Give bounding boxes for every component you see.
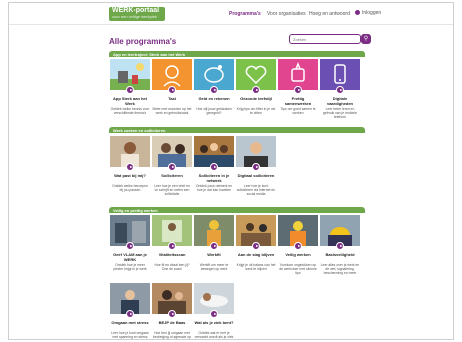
card-title: Taal [168, 96, 176, 101]
section-header-werk-zoeken: Werk zoeken en solliciteren [109, 127, 365, 133]
card-title: Basisveiligheid [325, 252, 355, 257]
program-card-bejp[interactable]: BEJP de Baas Hoe ben jij omgaan met bedr… [152, 283, 192, 339]
card-description: Voorkom ongelukken op de werkvloer met s… [279, 263, 317, 275]
nav-programmas[interactable]: Programma's [229, 11, 261, 17]
card-description: Leer hoe je kunt omgaan met spanning en … [111, 331, 149, 339]
card-title: BEJP de Baas [158, 320, 186, 325]
program-card-veilig-werken[interactable]: Veilig werken Voorkom ongelukken op de w… [278, 215, 318, 281]
search-button[interactable]: ⚲ [361, 34, 371, 44]
play-icon [252, 86, 260, 94]
program-card-digitaal[interactable]: Digitale vaardigheden Leer beter leren e… [320, 59, 360, 125]
section-header-app: App en leertraject: Sterk aan het Werk [109, 51, 365, 57]
card-title: Vitaliteitsscan [158, 252, 186, 257]
card-title: Solliciteren in je netwerk [198, 173, 230, 183]
play-icon [210, 242, 218, 250]
program-card-netwerk[interactable]: Solliciteren in je netwerk Ontdek jouw n… [194, 136, 234, 202]
card-description: Krijg tips om fitter in je vel te zitten [236, 107, 276, 115]
card-description: Ontdek jouw netwerk en hoe je dat kan in… [195, 184, 233, 192]
play-icon [210, 163, 218, 171]
card-description: Leer beter leren en gebruik van je mobie… [323, 107, 357, 119]
card-title: Wat als je ziek bent? [194, 320, 234, 325]
play-icon [126, 163, 134, 171]
play-icon [336, 86, 344, 94]
card-description: Werkfit om meer te bewegen op werk [199, 263, 229, 271]
card-title: Wat past bij mij? [114, 173, 146, 178]
play-icon [336, 242, 344, 250]
program-card-vitaliteitsscan[interactable]: Vitaliteitsscan Hoe fit en vitaal ben ji… [152, 215, 192, 281]
user-icon [355, 10, 360, 16]
card-title: Geef VLAM aan je WERK [113, 252, 147, 262]
play-icon [126, 242, 134, 250]
card-description: Hoe zijt jouw geldzaken geregeld? [196, 107, 232, 115]
card-description: Ontdek hoe je meer plezier krijgt in je … [113, 263, 147, 271]
card-description: Beter met woorden op het werk en gebruik… [152, 107, 192, 115]
program-card-werkfit[interactable]: Werkfit Werkfit om meer te bewegen op we… [194, 215, 234, 281]
card-title: Prettig samenwerken [284, 96, 312, 106]
card-description: Ontdek welke kennis voor verschillende t… [110, 107, 150, 115]
page-title: Alle programma's [109, 37, 177, 46]
play-icon [252, 242, 260, 250]
play-icon [294, 86, 302, 94]
play-icon [126, 86, 134, 94]
card-description: Leer alles over je werk en de wet, signa… [320, 263, 360, 275]
card-title: Gezonde leefstijl [240, 96, 272, 101]
nav-voor-organisaties[interactable]: Voor organisaties [267, 11, 306, 17]
program-card-vlam[interactable]: Geef VLAM aan je WERK Ontdek hoe je meer… [110, 215, 150, 281]
site-logo[interactable]: WERK-portaal voor een veilige werkplek [109, 7, 165, 21]
card-description: Hoe fit en vitaal ben jij? Doe de scan! [154, 263, 190, 271]
card-description: Tips om goed samen te werken [280, 107, 316, 115]
card-title: Aan de slag blijven [237, 252, 275, 257]
card-title: Werkfit [207, 252, 221, 257]
card-description: Hoe ben jij omgaan met bedreiging of agr… [152, 331, 192, 339]
play-icon [210, 310, 218, 318]
card-title: App Sterk aan het Werk [112, 96, 147, 106]
browser-page: WERK-portaal voor een veilige werkplek P… [8, 2, 454, 340]
login-label: Inloggen [362, 10, 382, 16]
search-input[interactable]: Zoeken [289, 34, 361, 44]
nav-vraag-en-antwoord[interactable]: Hoeg en antwoord [309, 11, 350, 17]
card-description: Leer hoe je een brief en cv schrijft en … [154, 184, 190, 196]
logo-title: WERK-portaal [112, 7, 160, 14]
program-card-leefstijl[interactable]: Gezonde leefstijl Krijg tips om fitter i… [236, 59, 276, 125]
play-icon [210, 86, 218, 94]
logo-subtitle: voor een veilige werkplek [112, 14, 157, 19]
card-title: Veilig werken [285, 252, 311, 257]
program-card-ziek[interactable]: Wat als je ziek bent? Ontdek wat er met … [194, 283, 234, 339]
card-description: Krijgt je uit balans van het werk te bli… [236, 263, 276, 271]
card-description: Leer hoe je kunt solliciteren via intern… [236, 184, 276, 196]
card-title: Digitale vaardigheden [326, 96, 353, 106]
program-card-stress[interactable]: Omgaan met stress Leer hoe je kunt omgaa… [110, 283, 150, 339]
play-icon [252, 163, 260, 171]
play-icon [168, 310, 176, 318]
card-title: Digitaal solliciteren [237, 173, 275, 178]
play-icon [294, 242, 302, 250]
program-card-samenwerken[interactable]: Prettig samenwerken Tips om goed samen t… [278, 59, 318, 125]
program-card-geld[interactable]: Geld en rekenen Hoe zijt jouw geldzaken … [194, 59, 234, 125]
program-card-basisveiligheid[interactable]: Basisveiligheid Leer alles over je werk … [320, 215, 360, 281]
play-icon [126, 310, 134, 318]
program-card-wat-past[interactable]: Wat past bij mij? Ontdek welke beroepen … [110, 136, 150, 202]
program-card-digitaal-solliciteren[interactable]: Digitaal solliciteren Leer hoe je kunt s… [236, 136, 276, 202]
play-icon [168, 86, 176, 94]
section-header-veilig-werken: Veilig en prettig werken [109, 207, 365, 213]
program-card-aan-de-slag[interactable]: Aan de slag blijven Krijgt je uit balans… [236, 215, 276, 281]
program-card-solliciteren[interactable]: Solliciteren Leer hoe je een brief en cv… [152, 136, 192, 202]
program-card-app[interactable]: App Sterk aan het Werk Ontdek welke kenn… [110, 59, 150, 125]
site-header: WERK-portaal voor een veilige werkplek P… [9, 3, 453, 25]
login-link[interactable]: Inloggen [355, 10, 381, 16]
card-title: Geld en rekenen [198, 96, 230, 101]
play-icon [168, 163, 176, 171]
play-icon [168, 242, 176, 250]
card-description: Ontdek wat er met je verwacht wordt als … [194, 331, 234, 339]
card-description: Ontdek welke beroepen bij jou passen [112, 184, 148, 192]
card-title: Omgaan met stress [111, 320, 149, 325]
program-card-taal[interactable]: Taal Beter met woorden op het werk en ge… [152, 59, 192, 125]
search-icon: ⚲ [363, 36, 369, 42]
card-title: Solliciteren [161, 173, 183, 178]
